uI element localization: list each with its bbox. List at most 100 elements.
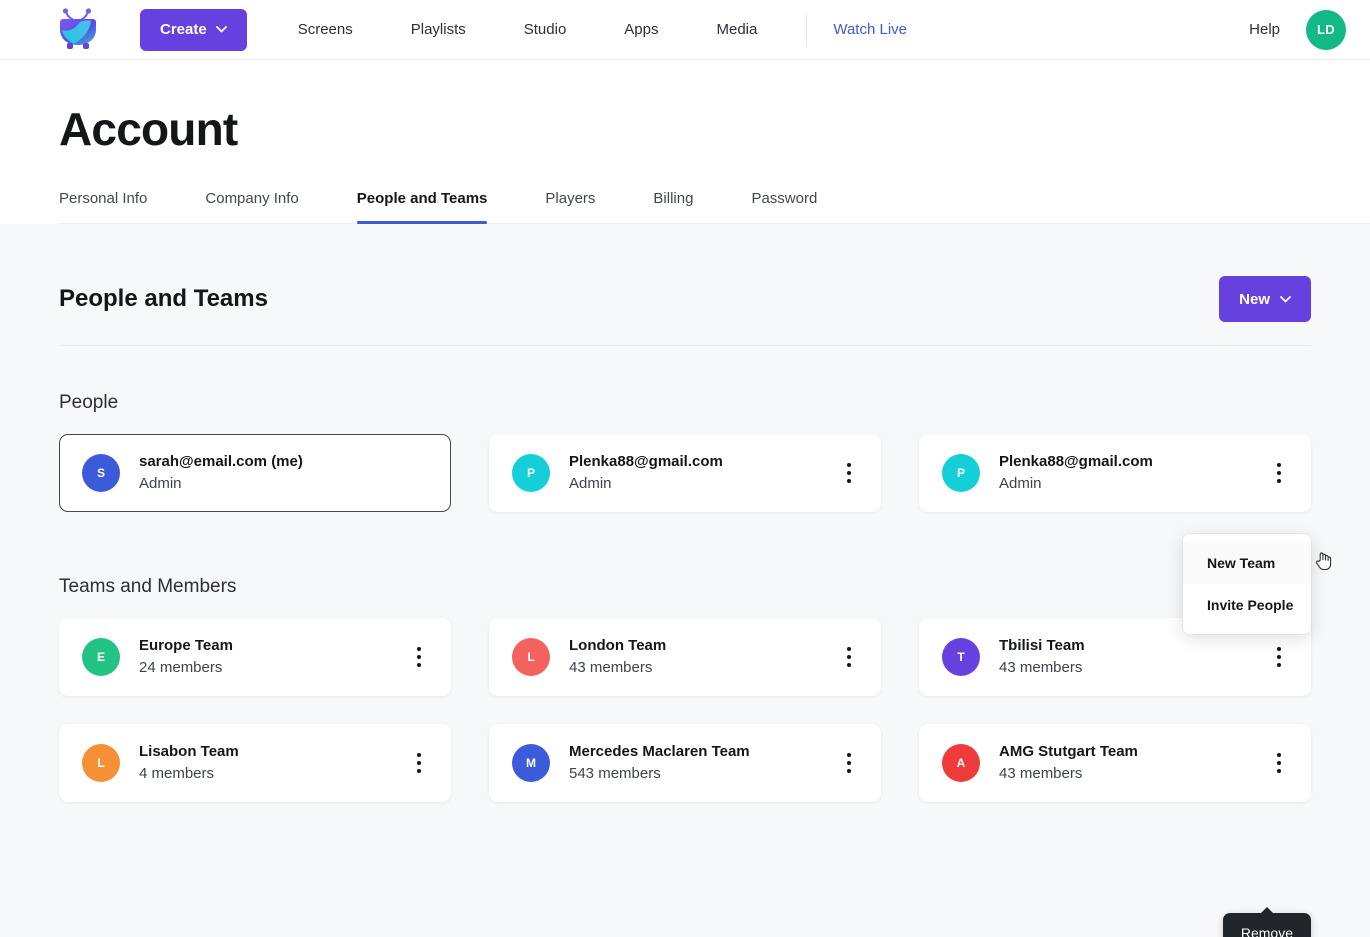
avatar-initial: S — [97, 466, 105, 480]
avatar: P — [512, 454, 550, 492]
teams-group-label: Teams and Members — [59, 576, 1311, 598]
avatar-initial: L — [97, 756, 104, 770]
page-header: Account Personal Info Company Info Peopl… — [0, 60, 1370, 224]
people-group-label: People — [59, 392, 1311, 414]
help-link[interactable]: Help — [1249, 21, 1280, 38]
tab-billing[interactable]: Billing — [653, 190, 693, 223]
team-member-count: 43 members — [999, 657, 1266, 680]
person-card-body: Plenka88@gmail.com Admin — [999, 451, 1266, 495]
butterfly-logo[interactable] — [56, 8, 100, 52]
team-card-body: Mercedes Maclaren Team 543 members — [569, 741, 836, 785]
person-role: Admin — [999, 473, 1266, 496]
page-title: Account — [59, 60, 1370, 156]
avatar: T — [942, 638, 980, 676]
user-avatar[interactable]: LD — [1306, 10, 1346, 50]
more-options-icon[interactable] — [836, 748, 862, 778]
avatar-initial: E — [97, 650, 105, 664]
more-options-icon[interactable] — [1266, 642, 1292, 672]
dropdown-item-new-team-label: New Team — [1207, 555, 1275, 571]
person-card-body: Plenka88@gmail.com Admin — [569, 451, 836, 495]
team-card-body: AMG Stutgart Team 43 members — [999, 741, 1266, 785]
dropdown-item-invite-people-label: Invite People — [1207, 597, 1293, 613]
person-card[interactable]: S sarah@email.com (me) Admin — [59, 434, 451, 512]
avatar-initial: M — [526, 756, 536, 770]
tab-people-and-teams[interactable]: People and Teams — [357, 190, 488, 223]
tab-password[interactable]: Password — [751, 190, 817, 223]
section-divider — [59, 345, 1311, 346]
team-card-body: London Team 43 members — [569, 635, 836, 679]
new-dropdown-menu: New Team Invite People — [1183, 534, 1311, 634]
nav-link-apps[interactable]: Apps — [595, 21, 687, 38]
more-options-icon[interactable] — [1266, 748, 1292, 778]
team-name: Europe Team — [139, 635, 406, 657]
team-name: Lisabon Team — [139, 741, 406, 763]
account-tabs: Personal Info Company Info People and Te… — [59, 190, 1370, 224]
section-header: People and Teams New — [59, 224, 1311, 322]
team-card[interactable]: L London Team 43 members — [489, 618, 881, 696]
more-options-icon[interactable] — [836, 458, 862, 488]
main-content: People and Teams New People S sarah@emai… — [0, 224, 1370, 802]
person-card[interactable]: P Plenka88@gmail.com Admin — [489, 434, 881, 512]
team-card-body: Europe Team 24 members — [139, 635, 406, 679]
dropdown-item-invite-people[interactable]: Invite People — [1183, 584, 1311, 626]
team-member-count: 24 members — [139, 657, 406, 680]
team-card[interactable]: A AMG Stutgart Team 43 members — [919, 724, 1311, 802]
more-options-icon[interactable] — [406, 642, 432, 672]
team-card[interactable]: E Europe Team 24 members — [59, 618, 451, 696]
person-email: Plenka88@gmail.com — [999, 451, 1266, 473]
team-card-body: Tbilisi Team 43 members — [999, 635, 1266, 679]
nav-link-media[interactable]: Media — [688, 21, 787, 38]
team-card[interactable]: M Mercedes Maclaren Team 543 members — [489, 724, 881, 802]
team-member-count: 4 members — [139, 763, 406, 786]
avatar: M — [512, 744, 550, 782]
pointer-cursor-icon — [1315, 551, 1333, 571]
main-nav-links: Screens Playlists Studio Apps Media — [269, 21, 787, 38]
person-role: Admin — [569, 473, 836, 496]
person-role: Admin — [139, 473, 432, 496]
new-button-label: New — [1239, 291, 1270, 308]
more-options-icon[interactable] — [836, 642, 862, 672]
nav-link-studio[interactable]: Studio — [495, 21, 596, 38]
team-name: Mercedes Maclaren Team — [569, 741, 836, 763]
top-navigation-bar: Create Screens Playlists Studio Apps Med… — [0, 0, 1370, 60]
more-options-icon[interactable] — [406, 748, 432, 778]
dropdown-item-new-team[interactable]: New Team — [1183, 542, 1311, 584]
avatar: E — [82, 638, 120, 676]
team-member-count: 43 members — [569, 657, 836, 680]
remove-tooltip: Remove — [1223, 913, 1311, 937]
people-grid: S sarah@email.com (me) Admin P Plenka88@… — [59, 434, 1311, 512]
avatar: L — [82, 744, 120, 782]
chevron-down-icon — [216, 26, 227, 33]
team-card[interactable]: L Lisabon Team 4 members — [59, 724, 451, 802]
nav-link-playlists[interactable]: Playlists — [382, 21, 495, 38]
avatar: A — [942, 744, 980, 782]
butterfly-logo-icon — [57, 8, 99, 52]
tab-players[interactable]: Players — [545, 190, 595, 223]
person-email: Plenka88@gmail.com — [569, 451, 836, 473]
team-name: AMG Stutgart Team — [999, 741, 1266, 763]
create-button-label: Create — [160, 21, 207, 38]
person-card[interactable]: P Plenka88@gmail.com Admin — [919, 434, 1311, 512]
avatar-initial: P — [527, 466, 535, 480]
team-name: London Team — [569, 635, 836, 657]
new-button[interactable]: New — [1219, 276, 1311, 322]
create-button[interactable]: Create — [140, 9, 247, 51]
nav-divider — [806, 13, 807, 47]
watch-live-link[interactable]: Watch Live — [823, 21, 917, 38]
teams-grid: E Europe Team 24 members L London Team 4… — [59, 618, 1311, 802]
avatar: L — [512, 638, 550, 676]
team-member-count: 543 members — [569, 763, 836, 786]
person-card-body: sarah@email.com (me) Admin — [139, 451, 432, 495]
nav-link-screens[interactable]: Screens — [269, 21, 382, 38]
team-member-count: 43 members — [999, 763, 1266, 786]
avatar-initial: P — [957, 466, 965, 480]
section-title: People and Teams — [59, 285, 268, 313]
team-name: Tbilisi Team — [999, 635, 1266, 657]
tab-personal-info[interactable]: Personal Info — [59, 190, 147, 223]
avatar: P — [942, 454, 980, 492]
avatar: S — [82, 454, 120, 492]
user-avatar-initials: LD — [1317, 22, 1335, 37]
avatar-initial: A — [957, 756, 966, 770]
more-options-icon[interactable] — [1266, 458, 1292, 488]
tab-company-info[interactable]: Company Info — [205, 190, 298, 223]
